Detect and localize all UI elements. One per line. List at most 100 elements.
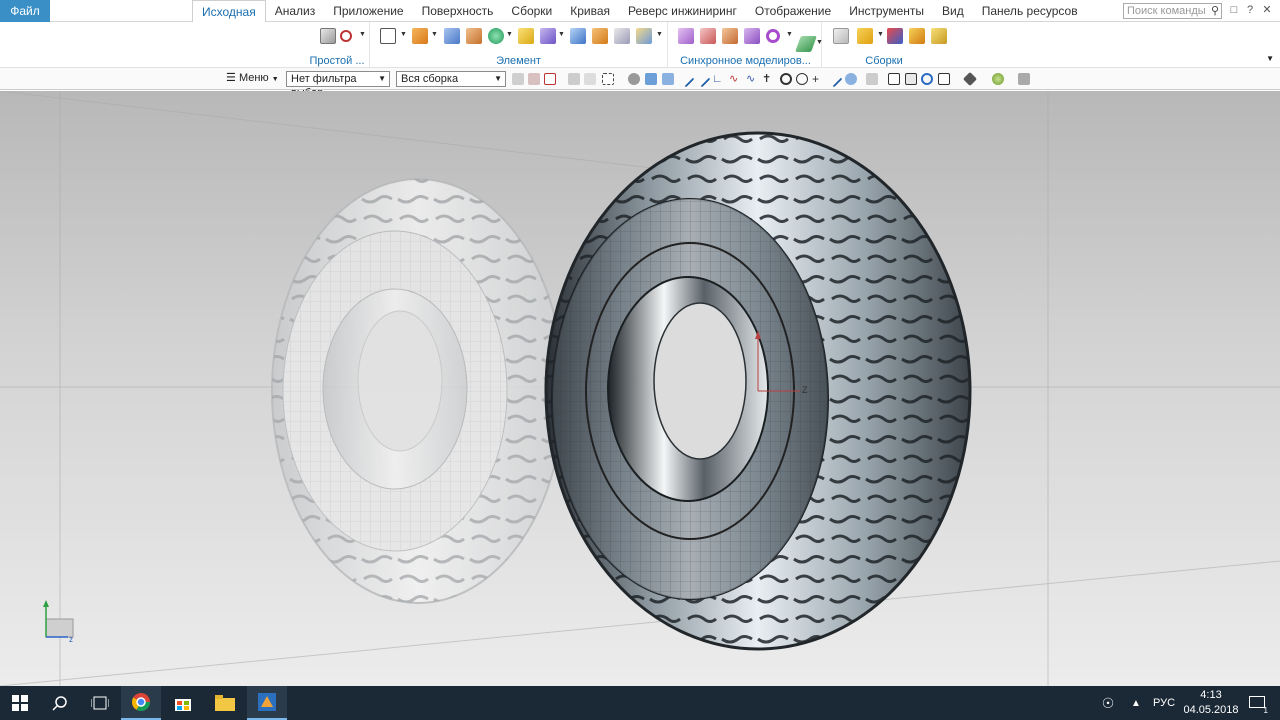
- snap-curve-icon[interactable]: ∟: [712, 73, 724, 85]
- datum-plane-icon[interactable]: [380, 28, 396, 44]
- delete-face-icon[interactable]: [795, 36, 817, 52]
- snap-settings-icon[interactable]: [866, 73, 878, 85]
- deselect-icon[interactable]: [528, 73, 540, 85]
- graphics-viewport[interactable]: Z z: [0, 91, 1280, 686]
- chevron-down-icon[interactable]: ▼: [359, 31, 366, 38]
- tab-assemblies[interactable]: Сборки: [502, 0, 561, 22]
- help-icon[interactable]: ?: [1243, 3, 1257, 17]
- sphere-icon[interactable]: [488, 28, 504, 44]
- snap-midpoint-icon[interactable]: [677, 70, 695, 88]
- chamfer-icon[interactable]: [614, 28, 630, 44]
- work-layer-icon[interactable]: [1018, 73, 1030, 85]
- snap-line-icon[interactable]: [693, 70, 711, 88]
- shell-icon[interactable]: [570, 28, 586, 44]
- view-fit-icon[interactable]: [888, 73, 900, 85]
- show-hide-icon[interactable]: [628, 73, 640, 85]
- ribbon-group-label[interactable]: Элемент: [370, 55, 667, 67]
- edit-background-icon[interactable]: [992, 73, 1004, 85]
- extrude-icon[interactable]: [412, 28, 428, 44]
- snap-on-line-icon[interactable]: [825, 70, 843, 88]
- type-filter-select[interactable]: Нет фильтра выбор ▼: [286, 71, 390, 99]
- search-icon[interactable]: ⚲: [1211, 4, 1219, 18]
- filter-icon[interactable]: [568, 73, 580, 85]
- pull-face-icon[interactable]: [700, 28, 716, 44]
- task-view-icon[interactable]: [80, 686, 120, 720]
- move-component-icon[interactable]: [909, 28, 925, 44]
- offset-region-icon[interactable]: [722, 28, 738, 44]
- tray-chevron-up-icon[interactable]: ▲: [1124, 686, 1148, 720]
- people-icon[interactable]: ☉: [1096, 686, 1120, 720]
- clock[interactable]: 4:13 04.05.2018: [1183, 688, 1239, 718]
- snap-end-icon[interactable]: [662, 73, 674, 85]
- new-component-icon[interactable]: [857, 28, 873, 44]
- chevron-down-icon[interactable]: ▼: [558, 31, 565, 38]
- file-tab[interactable]: Файл: [0, 0, 50, 22]
- tab-display[interactable]: Отображение: [746, 0, 840, 22]
- tab-reverse-engineering[interactable]: Реверс инжиниринг: [619, 0, 746, 22]
- chevron-down-icon[interactable]: ▼: [877, 31, 884, 38]
- snap-center-icon[interactable]: [780, 73, 792, 85]
- store-icon[interactable]: [163, 686, 203, 720]
- orient-view-icon[interactable]: [938, 73, 950, 85]
- ribbon-group-label[interactable]: Сборки: [825, 55, 943, 67]
- rectangle-select-icon[interactable]: [602, 73, 614, 85]
- chrome-icon[interactable]: [121, 686, 161, 720]
- command-search-input[interactable]: Поиск команды ⚲: [1123, 3, 1222, 19]
- chevron-down-icon[interactable]: ▼: [656, 31, 663, 38]
- windows-start-icon[interactable]: [0, 686, 40, 720]
- chevron-down-icon[interactable]: ▼: [431, 31, 438, 38]
- snap-point-on-curve-icon[interactable]: +: [812, 73, 824, 85]
- tab-curve[interactable]: Кривая: [561, 0, 619, 22]
- file-explorer-icon[interactable]: [205, 686, 245, 720]
- input-language-indicator[interactable]: РУС: [1153, 686, 1175, 720]
- zoom-icon[interactable]: [905, 73, 917, 85]
- ribbon-group-label[interactable]: Синхронное моделиров...: [670, 55, 821, 67]
- selection-scope-select[interactable]: Вся сборка ▼: [396, 71, 506, 87]
- chevron-down-icon[interactable]: ▼: [786, 31, 793, 38]
- select-group-icon[interactable]: [584, 73, 596, 85]
- tab-surface[interactable]: Поверхность: [413, 0, 503, 22]
- restore-window-icon[interactable]: □: [1227, 3, 1241, 17]
- pattern-icon[interactable]: [636, 28, 652, 44]
- snap-arc-icon[interactable]: ∿: [729, 73, 741, 85]
- tab-analysis[interactable]: Анализ: [266, 0, 325, 22]
- mirror-assembly-icon[interactable]: [931, 28, 947, 44]
- curve-icon[interactable]: [340, 30, 352, 42]
- tab-resource-bar[interactable]: Панель ресурсов: [973, 0, 1087, 22]
- search-icon[interactable]: [40, 686, 80, 720]
- chevron-down-icon[interactable]: ▼: [506, 31, 513, 38]
- resize-blend-icon[interactable]: [766, 29, 780, 43]
- notifications-icon[interactable]: 1: [1240, 686, 1274, 720]
- select-face-icon[interactable]: [544, 73, 556, 85]
- snap-tangent-icon[interactable]: ∿: [746, 73, 758, 85]
- ribbon-group-label[interactable]: Простой ...: [305, 55, 369, 67]
- tab-view[interactable]: Вид: [933, 0, 973, 22]
- chevron-down-icon[interactable]: ▼: [816, 39, 823, 46]
- replace-face-icon[interactable]: [744, 28, 760, 44]
- ribbon-options-chevron-icon[interactable]: ▼: [1266, 54, 1274, 63]
- assembly-constraints-icon[interactable]: [887, 28, 903, 44]
- block-icon[interactable]: [444, 28, 460, 44]
- revolve-icon[interactable]: [466, 28, 482, 44]
- snap-face-icon[interactable]: [845, 73, 857, 85]
- rotate-icon[interactable]: [921, 73, 933, 85]
- tab-home[interactable]: Исходная: [192, 0, 266, 23]
- snap-intersection-icon[interactable]: ✝: [762, 73, 774, 85]
- edge-blend-icon[interactable]: [592, 28, 608, 44]
- snap-point-icon[interactable]: [645, 73, 657, 85]
- ghost-tire-model[interactable]: [271, 178, 565, 604]
- menu-button[interactable]: ☰ Меню ▼: [226, 71, 279, 84]
- close-icon[interactable]: ✕: [1260, 3, 1274, 17]
- move-face-icon[interactable]: [678, 28, 694, 44]
- select-feature-icon[interactable]: [512, 73, 524, 85]
- chevron-down-icon[interactable]: ▼: [400, 31, 407, 38]
- sketch-icon[interactable]: [320, 28, 336, 44]
- snap-quadrant-icon[interactable]: [796, 73, 808, 85]
- subtract-icon[interactable]: [540, 28, 556, 44]
- unite-icon[interactable]: [518, 28, 534, 44]
- add-component-icon[interactable]: [833, 28, 849, 44]
- tab-application[interactable]: Приложение: [324, 0, 412, 22]
- tab-tools[interactable]: Инструменты: [840, 0, 933, 22]
- render-style-icon[interactable]: [962, 71, 978, 87]
- nx-app-icon[interactable]: [247, 686, 287, 720]
